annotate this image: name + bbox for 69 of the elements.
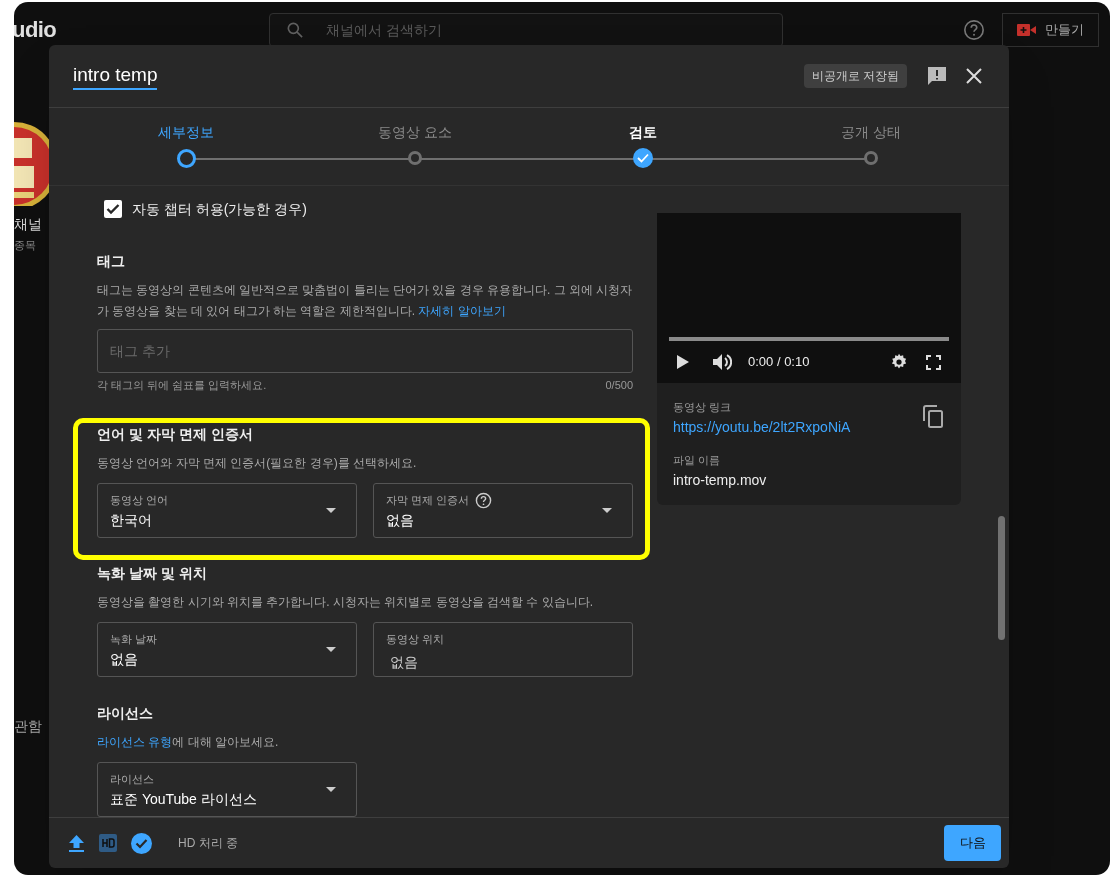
- dropdown-caret-icon: [326, 508, 336, 513]
- tags-description: 태그는 동영상의 콘텐츠에 일반적으로 맞춤법이 틀리는 단어가 있을 경우 유용합니다. 그 외에 시청자가 동영상을 찾는 데 있어 태그가 하는 역할은 제한적입니다. 자세히 알아보기: [97, 282, 633, 320]
- video-camera-icon: [1017, 22, 1037, 37]
- section-heading: 태그: [97, 252, 126, 270]
- video-time: 0:00 / 0:10: [748, 353, 810, 372]
- dropdown-field[interactable]: 자막 면제 인증서 없음: [373, 483, 633, 538]
- channel-label: 채널: [14, 215, 42, 234]
- check-circle-icon[interactable]: [131, 832, 152, 854]
- sidebar-item[interactable]: 관함: [14, 716, 42, 737]
- checkbox[interactable]: [104, 200, 122, 218]
- step-label[interactable]: 동영상 요소: [377, 122, 452, 142]
- file-name: intro-temp.mov: [673, 471, 768, 490]
- dropdown-caret-icon: [326, 787, 336, 792]
- help-icon[interactable]: [475, 491, 493, 509]
- field-label: 자막 면제 인증서: [386, 493, 470, 508]
- field-value: 없음: [110, 650, 138, 669]
- processing-status: HD 처리 중: [178, 835, 238, 852]
- input-field[interactable]: 동영상 위치 없음: [373, 622, 633, 677]
- field-label: 라이선스: [110, 772, 154, 787]
- feedback-icon[interactable]: [925, 64, 949, 88]
- close-icon[interactable]: [965, 67, 983, 85]
- next-button[interactable]: 다음: [944, 825, 1001, 861]
- dropdown-field[interactable]: 동영상 언어 한국어: [97, 483, 357, 538]
- field-label: 파일 이름: [673, 453, 722, 468]
- channel-subtitle: 종목: [14, 238, 36, 253]
- step-label[interactable]: 공개 상태: [841, 122, 902, 142]
- license-type-link[interactable]: 라이선스 유형: [97, 735, 173, 749]
- scrollbar[interactable]: [998, 516, 1005, 640]
- section-description: 동영상을 촬영한 시기와 위치를 추가합니다. 시청자는 위치별로 동영상을 검색할 수 있습니다.: [97, 594, 594, 610]
- help-icon[interactable]: [963, 18, 985, 41]
- section-heading: 언어 및 자막 면제 인증서: [97, 425, 254, 443]
- fullscreen-icon[interactable]: [926, 354, 941, 370]
- video-link[interactable]: https://youtu.be/2lt2RxpoNiA: [673, 417, 945, 437]
- settings-icon[interactable]: [890, 353, 908, 371]
- save-status-badge: 비공개로 저장됨: [803, 64, 907, 88]
- dropdown-field[interactable]: 녹화 날짜 없음: [97, 622, 357, 677]
- dropdown-field[interactable]: 라이선스 표준 YouTube 라이선스: [97, 762, 357, 817]
- step-label[interactable]: 검토: [628, 122, 657, 142]
- play-icon[interactable]: [677, 355, 689, 369]
- step-label[interactable]: 세부정보: [158, 122, 215, 142]
- upload-icon[interactable]: [68, 834, 85, 852]
- hd-icon[interactable]: [99, 834, 117, 852]
- field-label: 동영상 위치: [386, 632, 445, 647]
- section-heading: 라이선스: [97, 704, 154, 722]
- checkbox-label: 자동 챕터 허용(가능한 경우): [132, 199, 307, 219]
- search-field[interactable]: 채널에서 검색하기: [269, 12, 783, 47]
- tag-hint: 각 태그의 뒤에 쉼표를 입력하세요.: [97, 378, 267, 392]
- field-value: 한국어: [110, 511, 152, 530]
- license-description: 라이선스 유형에 대해 알아보세요.: [97, 734, 280, 750]
- video-player[interactable]: 0:00 / 0:10: [657, 213, 961, 383]
- field-label: 녹화 날짜: [110, 632, 158, 647]
- step-check-icon[interactable]: [632, 148, 653, 168]
- dropdown-caret-icon: [326, 647, 336, 652]
- field-label: 동영상 링크: [673, 400, 733, 415]
- field-value: 없음: [386, 511, 414, 530]
- dropdown-caret-icon: [602, 508, 612, 513]
- tag-input-field[interactable]: 태그 추가: [97, 329, 633, 373]
- dialog-title: intro temp: [73, 62, 158, 90]
- section-heading: 녹화 날짜 및 위치: [97, 564, 208, 582]
- logo-text: udio: [14, 16, 58, 44]
- copy-icon[interactable]: [923, 405, 943, 428]
- field-value: 없음: [389, 653, 418, 672]
- field-value: 표준 YouTube 라이선스: [110, 790, 257, 809]
- volume-icon[interactable]: [713, 353, 732, 371]
- field-label: 동영상 언어: [110, 493, 169, 508]
- section-description: 동영상 언어와 자막 면제 인증서(필요한 경우)를 선택하세요.: [97, 455, 418, 471]
- learn-more-link[interactable]: 자세히 알아보기: [418, 304, 506, 318]
- create-button[interactable]: 만들기: [1002, 12, 1099, 47]
- character-count: 0/500: [605, 378, 633, 392]
